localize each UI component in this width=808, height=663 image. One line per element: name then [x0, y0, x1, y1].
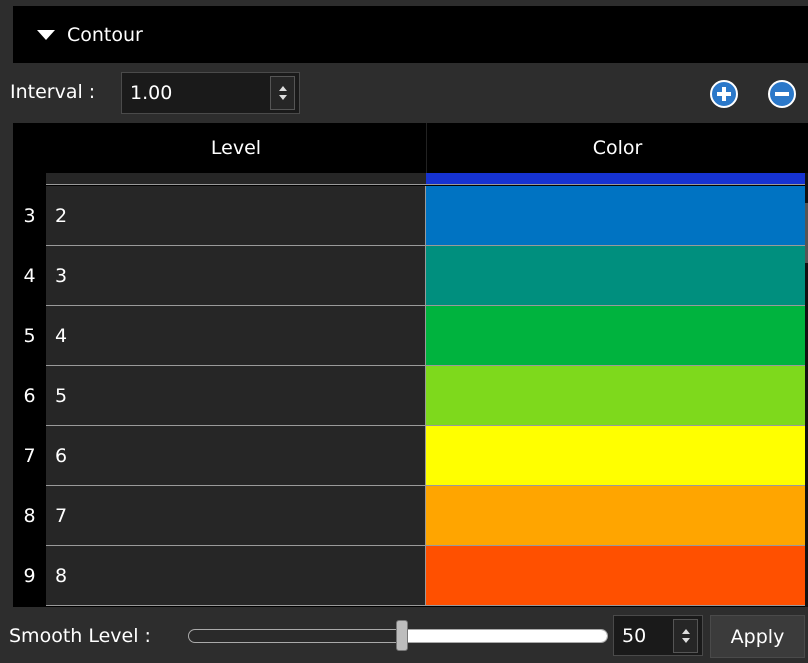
color-swatch[interactable]	[426, 306, 805, 366]
color-swatch[interactable]	[426, 173, 805, 184]
table-row-partial[interactable]	[46, 173, 808, 185]
slider-handle[interactable]	[396, 620, 408, 651]
column-header-level[interactable]: Level	[46, 123, 426, 173]
minus-circle-icon	[775, 92, 789, 96]
spin-up-icon[interactable]	[682, 629, 690, 634]
row-number: 5	[13, 306, 46, 366]
table-row[interactable]: 32	[13, 186, 808, 246]
color-swatch[interactable]	[426, 486, 805, 546]
table-row[interactable]: 98	[13, 546, 808, 606]
smooth-level-spinbox[interactable]: 50	[613, 615, 703, 656]
interval-spin-buttons[interactable]	[270, 76, 295, 110]
apply-button[interactable]: Apply	[710, 615, 805, 658]
row-number: 8	[13, 486, 46, 546]
color-swatch[interactable]	[426, 426, 805, 486]
column-header-color[interactable]: Color	[426, 123, 808, 173]
color-swatch[interactable]	[426, 246, 805, 306]
level-cell[interactable]: 6	[46, 426, 426, 486]
level-cell[interactable]: 7	[46, 486, 426, 546]
smooth-spin-buttons[interactable]	[673, 619, 698, 653]
smooth-level-label: Smooth Level :	[9, 625, 151, 647]
color-swatch[interactable]	[426, 546, 805, 606]
triangle-down-icon	[37, 29, 55, 40]
color-swatch[interactable]	[426, 186, 805, 246]
level-cell[interactable]: 8	[46, 546, 426, 606]
smooth-level-value: 50	[622, 625, 647, 647]
color-swatch[interactable]	[426, 366, 805, 426]
table-row[interactable]: 87	[13, 486, 808, 546]
interval-row: Interval : 1.00	[0, 63, 808, 123]
section-title: Contour	[67, 23, 143, 46]
interval-spinbox[interactable]: 1.00	[121, 72, 300, 114]
table-header: Level Color	[46, 123, 808, 173]
row-number: 9	[13, 546, 46, 606]
row-number: 7	[13, 426, 46, 486]
table-row[interactable]: 43	[13, 246, 808, 306]
slider-fill	[397, 630, 607, 642]
spin-down-icon[interactable]	[682, 638, 690, 643]
contour-section-header[interactable]: Contour	[13, 6, 808, 63]
level-cell[interactable]: 4	[46, 306, 426, 366]
interval-value: 1.00	[130, 82, 173, 104]
table-row[interactable]: 54	[13, 306, 808, 366]
table-row[interactable]: 65	[13, 366, 808, 426]
row-number: 3	[13, 186, 46, 246]
remove-level-button[interactable]	[768, 80, 796, 108]
table-rows: 32435465768798	[13, 186, 808, 606]
level-cell[interactable]: 2	[46, 186, 426, 246]
row-number: 6	[13, 366, 46, 426]
spin-up-icon[interactable]	[279, 86, 287, 91]
spin-down-icon[interactable]	[279, 95, 287, 100]
add-level-button[interactable]	[710, 80, 738, 108]
smooth-level-row: Smooth Level : 50 Apply	[0, 607, 808, 663]
level-cell[interactable]: 5	[46, 366, 426, 426]
table-row[interactable]: 76	[13, 426, 808, 486]
level-cell[interactable]: 3	[46, 246, 426, 306]
row-number: 4	[13, 246, 46, 306]
interval-label: Interval :	[10, 81, 96, 103]
contour-levels-table[interactable]: Level Color 32435465768798	[13, 123, 808, 607]
